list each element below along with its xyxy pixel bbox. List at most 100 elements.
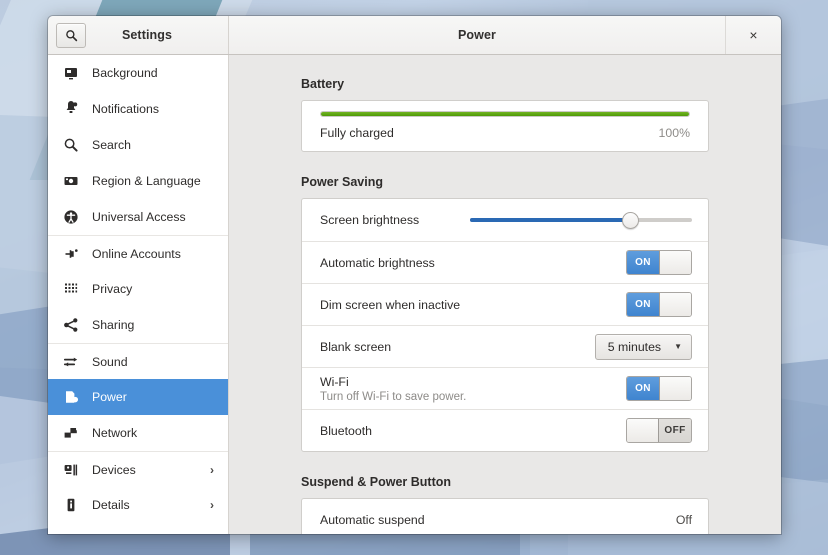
background-icon	[63, 65, 79, 81]
region-language-icon	[63, 173, 79, 189]
toggle-wi-fi[interactable]: ON	[626, 376, 692, 401]
window-body: Background NotificationsSearch Region & La…	[48, 55, 781, 534]
sidebar-item-label: Devices	[92, 463, 210, 477]
power-icon	[63, 389, 79, 405]
suspend-section-title: Suspend & Power Button	[301, 475, 709, 489]
sidebar-item-sharing[interactable]: Sharing	[48, 307, 228, 343]
row-sublabel: Turn off Wi-Fi to save power.	[320, 391, 626, 403]
sound-icon-wrap	[61, 354, 81, 370]
sidebar-item-background[interactable]: Background	[48, 55, 228, 91]
sidebar-item-label: Network	[92, 426, 218, 440]
sidebar-item-label: Sound	[92, 355, 218, 369]
toggle-state-label: OFF	[659, 419, 691, 442]
page-title: Power	[229, 28, 725, 42]
row-label: Automatic brightness	[320, 256, 626, 270]
sidebar-item-universal-access[interactable]: Universal Access	[48, 199, 228, 235]
row-value: Off	[676, 513, 692, 527]
search-icon	[65, 29, 78, 42]
toggle-state-label: ON	[627, 377, 659, 400]
toggle-knob	[627, 419, 659, 442]
region-language-icon-wrap	[61, 173, 81, 189]
row-label: Screen brightness	[320, 213, 470, 227]
sidebar-item-label: Power	[92, 390, 218, 404]
row-label: Automatic suspend	[320, 513, 676, 527]
network-icon-wrap	[61, 425, 81, 441]
sidebar-item-notifications[interactable]: Notifications	[48, 91, 228, 127]
headerbar-main-section: Power ×	[229, 16, 781, 54]
close-button[interactable]: ×	[725, 16, 781, 54]
toggle-knob	[659, 377, 691, 400]
row-text: Blank screen	[320, 340, 595, 354]
suspend-card: Automatic suspendOff	[301, 498, 709, 534]
search-icon-wrap	[61, 137, 81, 153]
sidebar-item-region-language[interactable]: Region & Language	[48, 163, 228, 199]
battery-section-title: Battery	[301, 77, 709, 91]
toggle-state-label: ON	[627, 251, 659, 274]
battery-progress-fill	[321, 112, 689, 116]
sidebar-item-label: Background	[92, 66, 218, 80]
row-label: Blank screen	[320, 340, 595, 354]
sidebar-item-sound[interactable]: Sound	[48, 343, 228, 379]
sharing-icon	[63, 317, 79, 333]
row-label: Bluetooth	[320, 424, 626, 438]
search-button[interactable]	[56, 23, 86, 48]
row-label: Dim screen when inactive	[320, 298, 626, 312]
power-saving-card: Screen brightnessAutomatic brightnessOND…	[301, 198, 709, 452]
row-text: Dim screen when inactive	[320, 298, 626, 312]
settings-sidebar: Background NotificationsSearch Region & La…	[48, 55, 229, 534]
devices-icon-wrap	[61, 462, 81, 478]
row-dim-screen-when-inactive: Dim screen when inactiveON	[302, 283, 708, 325]
sidebar-item-search[interactable]: Search	[48, 127, 228, 163]
power-settings-content: Battery Fully charged 100% Power Saving …	[229, 55, 781, 534]
sidebar-item-privacy[interactable]: Privacy	[48, 271, 228, 307]
sidebar-item-label: Sharing	[92, 318, 218, 332]
row-label: Wi-Fi	[320, 375, 626, 389]
toggle-knob	[659, 251, 691, 274]
notifications-icon-wrap	[61, 101, 81, 117]
row-blank-screen: Blank screen5 minutes▼	[302, 325, 708, 367]
battery-card: Fully charged 100%	[301, 100, 709, 152]
toggle-automatic-brightness[interactable]: ON	[626, 250, 692, 275]
sidebar-item-label: Online Accounts	[92, 247, 218, 261]
chevron-right-icon: ›	[210, 498, 214, 512]
chevron-right-icon: ›	[210, 463, 214, 477]
details-icon-wrap	[61, 497, 81, 513]
row-automatic-brightness: Automatic brightnessON	[302, 241, 708, 283]
sidebar-item-label: Privacy	[92, 282, 218, 296]
toggle-dim-screen-when-inactive[interactable]: ON	[626, 292, 692, 317]
notifications-icon	[63, 101, 79, 117]
background-icon-wrap	[61, 65, 81, 81]
screen-brightness-slider[interactable]	[470, 211, 692, 229]
sidebar-item-label: Universal Access	[92, 210, 218, 224]
slider-handle[interactable]	[622, 212, 639, 229]
network-icon	[63, 425, 79, 441]
row-wi-fi: Wi-Fi Turn off Wi-Fi to save power.ON	[302, 367, 708, 409]
sound-icon	[63, 354, 79, 370]
settings-window: Settings Power × Background Notifications…	[48, 16, 781, 534]
sidebar-item-details[interactable]: Details›	[48, 487, 228, 523]
row-text: Bluetooth	[320, 424, 626, 438]
toggle-knob	[659, 293, 691, 316]
row-text: Screen brightness	[320, 213, 470, 227]
toggle-bluetooth[interactable]: OFF	[626, 418, 692, 443]
dropdown-value: 5 minutes	[608, 340, 661, 354]
row-bluetooth: Bluetooth OFF	[302, 409, 708, 451]
sidebar-item-online-accounts[interactable]: Online Accounts	[48, 235, 228, 271]
row-text: Automatic brightness	[320, 256, 626, 270]
blank-screen-dropdown[interactable]: 5 minutes▼	[595, 334, 692, 360]
row-text: Wi-Fi Turn off Wi-Fi to save power.	[320, 375, 626, 403]
sidebar-item-devices[interactable]: Devices›	[48, 451, 228, 487]
sidebar-item-network[interactable]: Network	[48, 415, 228, 451]
power-icon-wrap	[61, 389, 81, 405]
battery-progress-track	[320, 111, 690, 117]
headerbar-sidebar-section: Settings	[48, 16, 229, 54]
universal-access-icon	[63, 209, 79, 225]
sharing-icon-wrap	[61, 317, 81, 333]
online-accounts-icon-wrap	[61, 246, 81, 262]
row-screen-brightness: Screen brightness	[302, 199, 708, 241]
sidebar-item-power[interactable]: Power	[48, 379, 228, 415]
power-saving-section-title: Power Saving	[301, 175, 709, 189]
row-automatic-suspend[interactable]: Automatic suspendOff	[302, 499, 708, 534]
row-text: Automatic suspend	[320, 513, 676, 527]
sidebar-item-label: Region & Language	[92, 174, 218, 188]
